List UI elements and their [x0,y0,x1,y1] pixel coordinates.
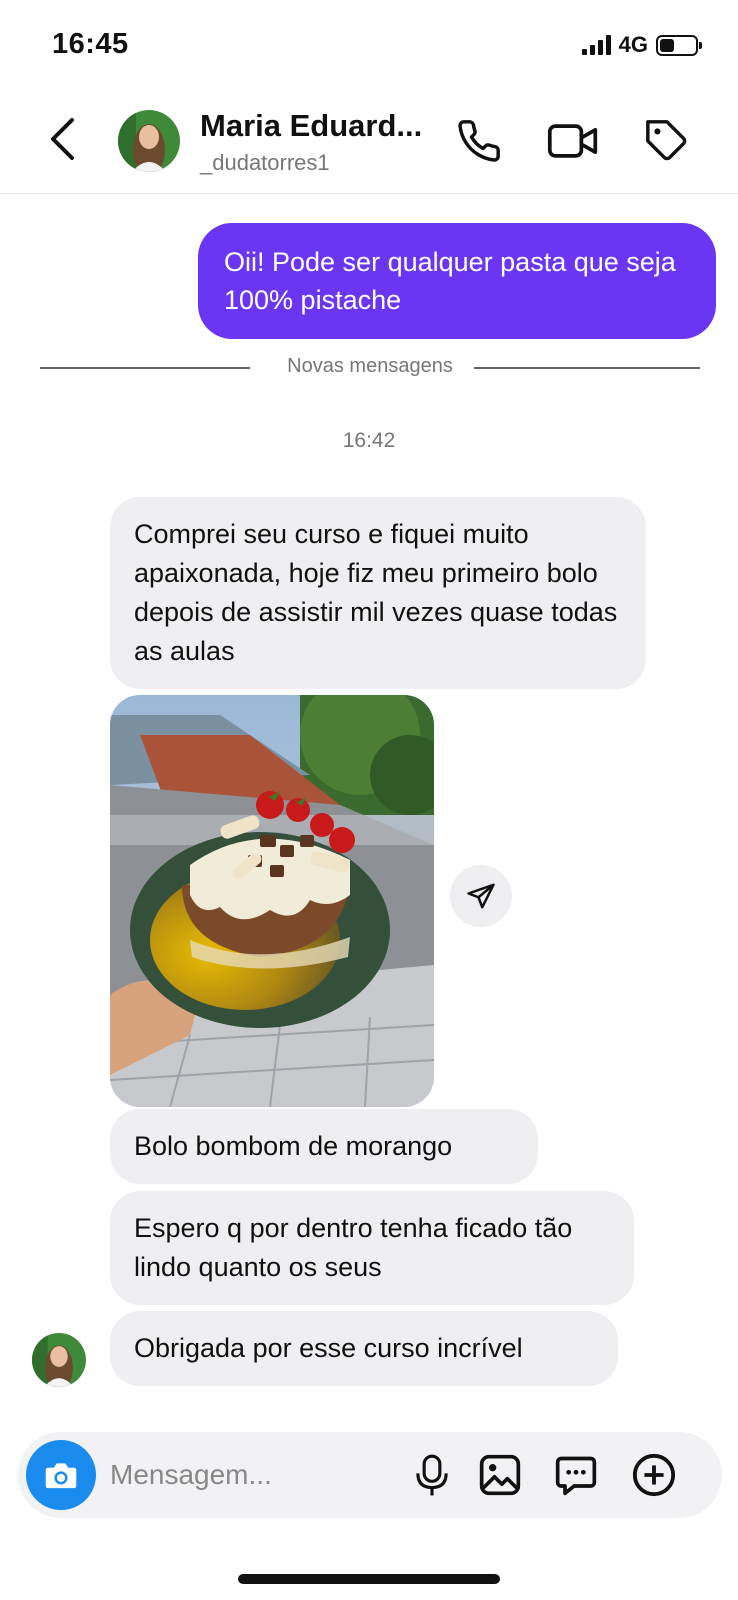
network-label: 4G [618,32,648,57]
contact-name[interactable]: Maria Eduard... [200,108,440,144]
camera-button[interactable] [26,1440,96,1510]
label-button[interactable] [640,114,694,168]
plus-icon [632,1453,676,1497]
share-button[interactable] [450,865,512,927]
contact-username: _dudatorres1 [200,150,330,175]
sticker-icon [555,1456,597,1496]
status-bar: 16:45 4G [0,0,738,90]
back-button[interactable] [44,116,80,162]
incoming-message[interactable]: Bolo bombom de morango [110,1109,538,1184]
sender-avatar[interactable] [32,1333,86,1387]
message-timestamp: 16:42 [342,429,396,452]
back-icon [51,118,74,160]
microphone-icon [416,1454,448,1496]
status-indicators: 4G [581,32,702,58]
video-icon [547,124,598,158]
signal-icon [581,35,611,55]
sticker-button[interactable] [550,1449,602,1501]
gallery-button[interactable] [474,1449,526,1501]
incoming-message[interactable]: Espero q por dentro tenha ficado tão lin… [110,1191,634,1305]
outgoing-message[interactable]: Oii! Pode ser qualquer pasta que seja 10… [198,223,716,339]
contact-avatar[interactable] [118,110,180,172]
battery-level [660,38,674,52]
tag-icon [646,120,687,161]
camera-icon [45,1463,77,1489]
home-indicator[interactable] [238,1574,500,1584]
cake-photo[interactable] [110,695,434,1107]
more-button[interactable] [628,1449,680,1501]
message-list[interactable]: Oii! Pode ser qualquer pasta que seja 10… [0,195,738,1405]
status-time: 16:45 [52,28,129,60]
message-composer [18,1432,722,1518]
chat-header: Maria Eduard... _dudatorres1 [0,90,738,194]
voice-message-button[interactable] [406,1449,458,1501]
dm-screen: 16:45 4G Maria Eduard... _dudatorres1 Oi… [0,0,738,1600]
gallery-icon [479,1454,521,1496]
send-icon [467,883,495,909]
message-input[interactable] [110,1452,390,1498]
incoming-message[interactable]: Obrigada por esse curso incrível [110,1311,618,1386]
new-messages-divider: Novas mensagens [40,355,700,379]
video-call-button[interactable] [546,114,600,168]
phone-icon [458,120,500,162]
incoming-message[interactable]: Comprei seu curso e fiquei muito apaixon… [110,497,646,689]
battery-icon [656,34,702,56]
call-button[interactable] [452,114,506,168]
